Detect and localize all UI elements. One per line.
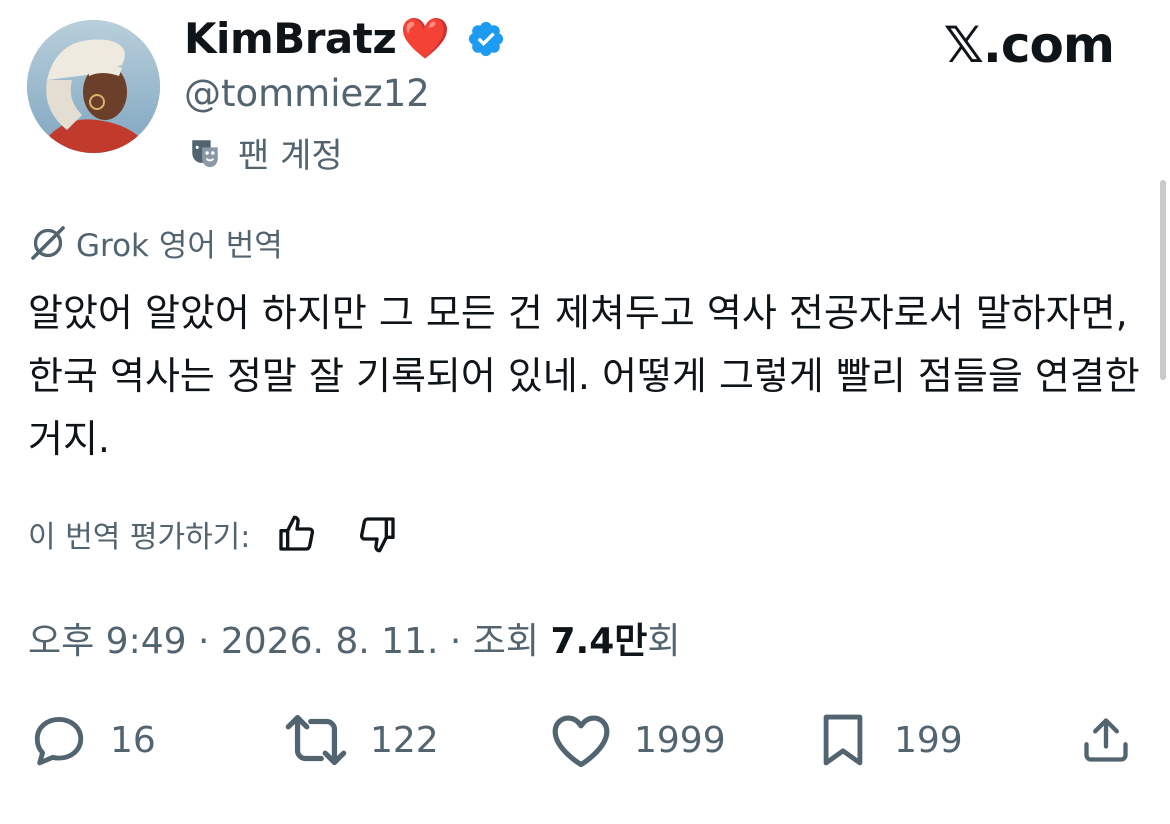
thumbs-down-icon[interactable] <box>358 514 398 554</box>
tweet-time[interactable]: 오후 9:49 <box>28 621 187 662</box>
reply-count: 16 <box>110 719 156 761</box>
action-bar: 16 122 1999 199 <box>0 708 1170 772</box>
separator-dot: · <box>197 621 221 662</box>
display-name-text[interactable]: KimBratz <box>184 14 397 63</box>
grok-translation-header[interactable]: Grok 영어 번역 <box>28 220 283 265</box>
fan-mask-icon <box>192 139 218 167</box>
repost-count: 122 <box>370 719 439 761</box>
heart-emoji: ❤️ <box>400 15 450 62</box>
tweet-meta: 오후 9:49 · 2026. 8. 11. · 조회 7.4만회 <box>28 612 681 664</box>
scrollbar[interactable] <box>1160 180 1166 380</box>
bookmark-icon <box>823 714 863 766</box>
brand-logo: 𝕏.com <box>943 16 1115 74</box>
reply-icon <box>34 717 84 766</box>
repost-icon <box>285 714 347 766</box>
grok-translation-label[interactable]: Grok 영어 번역 <box>76 220 283 265</box>
like-button[interactable]: 1999 <box>550 708 726 772</box>
verified-badge-icon[interactable] <box>466 19 506 59</box>
display-name[interactable]: KimBratz ❤️ <box>184 14 506 63</box>
grok-icon <box>31 225 65 260</box>
share-icon <box>1084 718 1128 762</box>
separator-dot: · <box>449 621 473 662</box>
share-button[interactable] <box>1080 708 1154 772</box>
rate-translation-label: 이 번역 평가하기: <box>28 520 251 555</box>
bookmark-button[interactable]: 199 <box>814 708 963 772</box>
repost-button[interactable]: 122 <box>284 708 439 772</box>
thumbs-up-icon[interactable] <box>276 514 316 554</box>
bookmark-count: 199 <box>894 719 963 761</box>
account-label-text: 팬 계정 <box>238 136 343 176</box>
tweet-text: 알았어 알았어 하지만 그 모든 건 제쳐두고 역사 전공자로서 말하자면, 한… <box>28 291 1140 461</box>
account-label: 팬 계정 <box>188 128 343 177</box>
views-label: 조회 <box>472 621 540 662</box>
like-icon <box>552 715 610 768</box>
handle[interactable]: @tommiez12 <box>184 72 430 115</box>
reply-button[interactable]: 16 <box>30 708 156 772</box>
views-count: 7.4만 <box>550 621 648 662</box>
tweet-date[interactable]: 2026. 8. 11. <box>221 621 439 662</box>
rate-translation: 이 번역 평가하기: <box>28 512 398 556</box>
views-suffix: 회 <box>647 621 681 662</box>
like-count: 1999 <box>634 719 726 761</box>
avatar[interactable] <box>27 20 160 153</box>
